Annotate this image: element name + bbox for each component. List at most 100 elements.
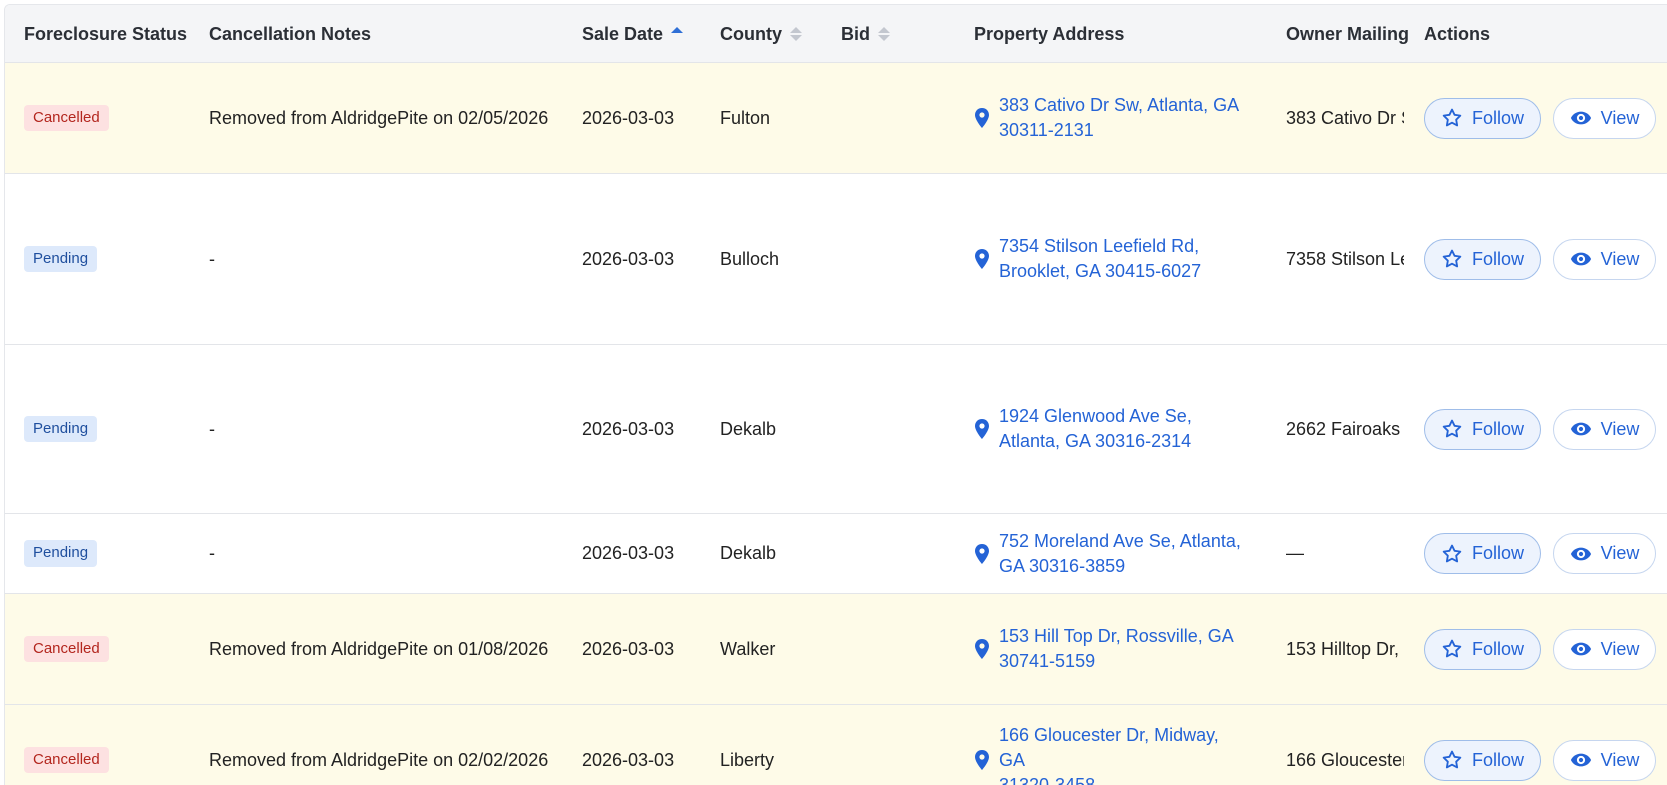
county: Fulton (720, 107, 771, 128)
status-badge: Cancelled (24, 746, 109, 774)
header-bid[interactable]: Bid (841, 5, 890, 63)
owner-mailing: 153 Hilltop Dr, (1286, 638, 1400, 659)
table-row: Pending - 2026-03-03 Dekalb 1924 Glenwoo… (5, 345, 1667, 514)
follow-button[interactable]: Follow (1424, 238, 1541, 280)
address-line-2: GA 30316-3859 (999, 555, 1126, 576)
table-row: Cancelled Removed from AldridgePite on 0… (5, 705, 1667, 785)
follow-label: Follow (1471, 418, 1524, 439)
star-icon (1442, 419, 1462, 438)
header-owner-mailing: Owner Mailing (1286, 23, 1410, 44)
status-badge: Cancelled (24, 104, 109, 132)
cancellation-note: - (209, 543, 215, 563)
sale-date: 2026-03-03 (582, 749, 675, 770)
sort-icon[interactable] (878, 27, 890, 41)
address-line-1: 752 Moreland Ave Se, Atlanta, (999, 530, 1241, 551)
address-line-2: 30311-2131 (999, 120, 1094, 140)
eye-icon (1570, 252, 1591, 266)
address-line-1: 1924 Glenwood Ave Se, (999, 406, 1192, 426)
sale-date: 2026-03-03 (582, 248, 675, 269)
star-icon (1442, 249, 1462, 268)
view-label: View (1600, 543, 1640, 563)
owner-mailing: — (1286, 543, 1304, 563)
property-address-link[interactable]: 166 Gloucester Dr, Midway, GA 31320-3458 (974, 723, 1244, 785)
view-label: View (1600, 749, 1640, 770)
address-line-2: Brooklet, GA 30415-6027 (999, 261, 1202, 281)
view-label: View (1600, 248, 1640, 269)
table-row: Pending - 2026-03-03 Dekalb 752 Moreland… (5, 514, 1667, 594)
follow-button[interactable]: Follow (1424, 97, 1541, 139)
star-icon (1442, 639, 1462, 658)
eye-icon (1570, 422, 1591, 436)
header-foreclosure-status: Foreclosure Status (24, 23, 188, 44)
owner-mailing: 166 Gloucester (1286, 749, 1404, 770)
cancellation-note: - (209, 248, 215, 269)
sort-icon[interactable] (790, 27, 802, 41)
follow-label: Follow (1471, 749, 1524, 770)
cancellation-note: Removed from AldridgePite on 02/05/2026 (209, 107, 549, 128)
table-row: Cancelled Removed from AldridgePite on 0… (5, 594, 1667, 705)
status-badge: Pending (24, 415, 98, 443)
header-cancellation-notes: Cancellation Notes (209, 23, 372, 44)
follow-label: Follow (1471, 543, 1524, 563)
property-address-link[interactable]: 1924 Glenwood Ave Se, Atlanta, GA 30316-2… (974, 404, 1244, 454)
property-address-link[interactable]: 153 Hill Top Dr, Rossville, GA 30741-5159 (974, 624, 1244, 674)
view-label: View (1600, 107, 1640, 128)
follow-button[interactable]: Follow (1424, 628, 1541, 670)
view-button[interactable]: View (1553, 97, 1656, 139)
address-line-1: 383 Cativo Dr Sw, Atlanta, GA (999, 95, 1240, 115)
header-actions: Actions (1424, 23, 1491, 44)
address-line-1: 153 Hill Top Dr, Rossville, GA (999, 626, 1234, 646)
follow-button[interactable]: Follow (1424, 533, 1541, 574)
property-address-link[interactable]: 752 Moreland Ave Se, Atlanta, GA 30316-38… (974, 529, 1244, 579)
view-button[interactable]: View (1553, 739, 1656, 781)
cancellation-note: - (209, 418, 215, 439)
sale-date: 2026-03-03 (582, 543, 675, 563)
sale-date: 2026-03-03 (582, 418, 675, 439)
foreclosure-table: Foreclosure Status Cancellation Notes Sa… (4, 4, 1667, 785)
header-sale-date[interactable]: Sale Date (582, 5, 684, 63)
county: Bulloch (720, 248, 780, 269)
property-address-link[interactable]: 383 Cativo Dr Sw, Atlanta, GA 30311-2131 (974, 93, 1244, 143)
view-button[interactable]: View (1553, 533, 1656, 574)
map-pin-icon (975, 249, 989, 269)
star-icon (1442, 750, 1462, 769)
map-pin-icon (975, 108, 989, 128)
star-icon (1442, 108, 1462, 127)
owner-mailing: 2662 Fairoaks R (1286, 418, 1404, 439)
county: Walker (720, 638, 776, 659)
eye-icon (1570, 547, 1591, 560)
follow-label: Follow (1471, 107, 1524, 128)
status-badge: Cancelled (24, 635, 109, 663)
address-line-1: 166 Gloucester Dr, Midway, GA (999, 724, 1219, 770)
map-pin-icon (975, 750, 989, 770)
header-county[interactable]: County (720, 5, 802, 63)
address-line-2: 31320-3458 (999, 774, 1096, 785)
table-row: Pending - 2026-03-03 Bulloch 7354 Stilso… (5, 174, 1667, 345)
view-button[interactable]: View (1553, 238, 1656, 280)
owner-mailing: 7358 Stilson Lee (1286, 248, 1404, 269)
cancellation-note: Removed from AldridgePite on 02/02/2026 (209, 749, 549, 770)
table-header: Foreclosure Status Cancellation Notes Sa… (5, 5, 1667, 63)
owner-mailing: 383 Cativo Dr S (1286, 107, 1404, 128)
table-row: Cancelled Removed from AldridgePite on 0… (5, 63, 1667, 174)
eye-icon (1570, 753, 1591, 767)
view-button[interactable]: View (1553, 408, 1656, 450)
address-line-2: 30741-5159 (999, 651, 1096, 671)
sale-date: 2026-03-03 (582, 107, 675, 128)
address-line-2: Atlanta, GA 30316-2314 (999, 431, 1192, 451)
status-badge: Pending (24, 245, 98, 273)
eye-icon (1570, 642, 1591, 656)
follow-button[interactable]: Follow (1424, 739, 1541, 781)
view-button[interactable]: View (1553, 628, 1656, 670)
view-label: View (1600, 638, 1640, 659)
follow-label: Follow (1471, 638, 1524, 659)
map-pin-icon (975, 639, 989, 659)
view-label: View (1600, 418, 1640, 439)
county: Liberty (720, 749, 775, 770)
follow-button[interactable]: Follow (1424, 408, 1541, 450)
eye-icon (1570, 111, 1591, 125)
sale-date: 2026-03-03 (582, 638, 675, 659)
sort-asc-icon[interactable] (671, 27, 684, 41)
address-line-1: 7354 Stilson Leefield Rd, (999, 236, 1200, 256)
property-address-link[interactable]: 7354 Stilson Leefield Rd, Brooklet, GA 30… (974, 234, 1244, 284)
